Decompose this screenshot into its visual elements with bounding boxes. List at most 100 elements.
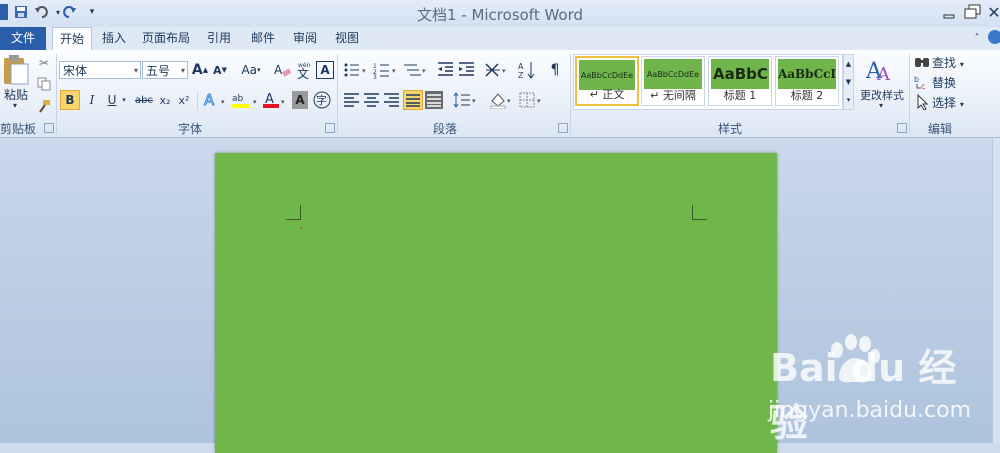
text-effects-icon[interactable]: A ▾ (203, 90, 229, 110)
chevron-down-icon[interactable]: ▼ (844, 73, 853, 91)
style-gallery-scrollbar[interactable]: ▲ ▼ ▾ (843, 54, 854, 110)
tab-review[interactable]: 审阅 (290, 27, 320, 50)
grow-font-label: A (191, 62, 203, 78)
find-icon[interactable] (914, 54, 930, 70)
minimize-ribbon-icon[interactable]: ˄ (970, 31, 984, 45)
group-separator (56, 54, 57, 134)
cut-icon[interactable]: ✂ (37, 56, 51, 70)
paste-dropdown-icon[interactable]: ▾ (8, 101, 22, 110)
style-heading-1[interactable]: AaBbC( 标题 1 (708, 56, 772, 106)
help-icon[interactable] (988, 30, 1000, 44)
subscript-button[interactable]: x₂ (157, 90, 173, 110)
font-size-select[interactable]: 五号 ▾ (142, 61, 188, 79)
underline-dropdown-icon[interactable]: ▾ (120, 90, 128, 110)
svg-text:b: b (914, 75, 919, 84)
tab-mailings[interactable]: 邮件 (248, 27, 278, 50)
character-shading-icon[interactable]: A (292, 91, 308, 109)
tab-insert[interactable]: 插入 (98, 27, 130, 50)
replace-button[interactable]: 替换 (932, 74, 972, 91)
font-group-label: 字体 (177, 122, 202, 136)
paragraph-launcher-icon[interactable] (558, 123, 568, 133)
svg-text:▾: ▾ (392, 67, 396, 75)
replace-icon[interactable]: bc (914, 74, 930, 90)
tab-page-layout[interactable]: 页面布局 (140, 27, 192, 50)
paste-icon[interactable] (2, 54, 30, 86)
increase-indent-icon[interactable] (458, 61, 476, 79)
style-normal[interactable]: AaBbCcDdEe ↵ 正文 (575, 56, 639, 106)
font-launcher-icon[interactable] (325, 123, 335, 133)
chevron-up-icon[interactable]: ▲ (844, 55, 853, 73)
select-label: 选择 (932, 96, 957, 110)
shading-icon[interactable]: ▾ (489, 91, 515, 109)
shrink-font-label: A (213, 63, 222, 77)
font-size-value: 五号 (146, 64, 171, 78)
style-preview: AaBbC( (711, 59, 769, 89)
chevron-down-icon: ▾ (959, 100, 964, 109)
tab-home[interactable]: 开始 (52, 27, 92, 51)
separator (197, 92, 198, 110)
align-left-icon[interactable] (343, 91, 361, 109)
minimize-icon[interactable] (940, 4, 958, 20)
clipboard-group-label: 剪贴板 (0, 122, 37, 136)
style-name: 标题 2 (790, 89, 824, 102)
italic-button[interactable]: I (84, 90, 100, 110)
svg-text:ab: ab (232, 94, 244, 104)
style-name: 标题 1 (723, 89, 757, 102)
clipboard-launcher-icon[interactable] (44, 123, 54, 133)
align-right-icon[interactable] (383, 91, 401, 109)
enclose-characters-icon[interactable]: 字 (312, 90, 332, 110)
grow-font-button[interactable]: A ▲ (192, 61, 208, 79)
svg-text:A: A (204, 91, 215, 109)
line-spacing-icon[interactable]: ▾ (453, 91, 479, 109)
select-button[interactable]: 选择 ▾ (932, 94, 972, 111)
close-icon[interactable]: ✕ (987, 2, 1000, 22)
sort-icon[interactable]: AZ (518, 60, 538, 80)
font-family-select[interactable]: 宋体 ▾ (59, 61, 141, 79)
svg-text:▾: ▾ (281, 98, 285, 106)
bold-button[interactable]: B (60, 90, 80, 110)
distributed-icon[interactable] (425, 91, 443, 109)
tab-file[interactable]: 文件 (0, 27, 46, 50)
superscript-button[interactable]: x² (176, 90, 192, 110)
font-color-icon[interactable]: A ▾ (262, 90, 288, 110)
bullets-icon[interactable]: ▾ (343, 61, 369, 79)
more-styles-icon[interactable]: ▾ (844, 91, 853, 109)
svg-text:▾: ▾ (472, 97, 476, 105)
underline-button[interactable]: U (104, 90, 120, 110)
align-center-icon[interactable] (363, 91, 381, 109)
change-case-button[interactable]: Aa ▾ (238, 61, 264, 79)
svg-text:Z: Z (518, 71, 524, 80)
tab-view[interactable]: 视图 (332, 27, 362, 50)
change-case-label: Aa (241, 63, 258, 77)
svg-text:▾: ▾ (422, 67, 426, 75)
copy-icon[interactable] (37, 77, 51, 91)
style-no-spacing[interactable]: AaBbCcDdEe ↵ 无间隔 (641, 56, 705, 106)
select-icon[interactable] (914, 94, 930, 110)
style-heading-2[interactable]: AaBbCcI 标题 2 (775, 56, 839, 106)
change-styles-icon[interactable]: AA (866, 54, 896, 84)
multilevel-list-icon[interactable]: ▾ (403, 61, 429, 79)
find-button[interactable]: 查找 ▾ (932, 54, 972, 71)
chinese-layout-icon[interactable]: ▾ (484, 61, 510, 79)
strikethrough-button[interactable]: abc (134, 90, 154, 110)
styles-group-label: 样式 (717, 122, 742, 136)
group-separator (570, 54, 571, 134)
change-styles-dropdown-icon[interactable]: ▾ (875, 101, 887, 110)
clear-formatting-icon[interactable]: A (273, 60, 293, 80)
styles-launcher-icon[interactable] (897, 123, 907, 133)
numbering-icon[interactable]: 1 2 3 ▾ (373, 61, 399, 79)
justify-icon[interactable] (403, 90, 423, 110)
character-border-button[interactable]: A (316, 61, 334, 79)
svg-text:字: 字 (316, 93, 327, 107)
borders-icon[interactable]: ▾ (519, 91, 545, 109)
highlight-color-icon[interactable]: ab ▾ (231, 90, 261, 110)
phonetic-guide-button[interactable]: wén 文 (295, 60, 315, 80)
restore-icon[interactable] (962, 2, 984, 22)
format-painter-icon[interactable] (37, 99, 51, 113)
show-formatting-marks-icon[interactable]: ¶ (548, 60, 562, 80)
document-page[interactable] (215, 153, 777, 453)
shrink-font-button[interactable]: A ▼ (212, 61, 228, 79)
chevron-down-icon: ▾ (180, 66, 185, 75)
decrease-indent-icon[interactable] (437, 61, 455, 79)
tab-references[interactable]: 引用 (204, 27, 234, 50)
